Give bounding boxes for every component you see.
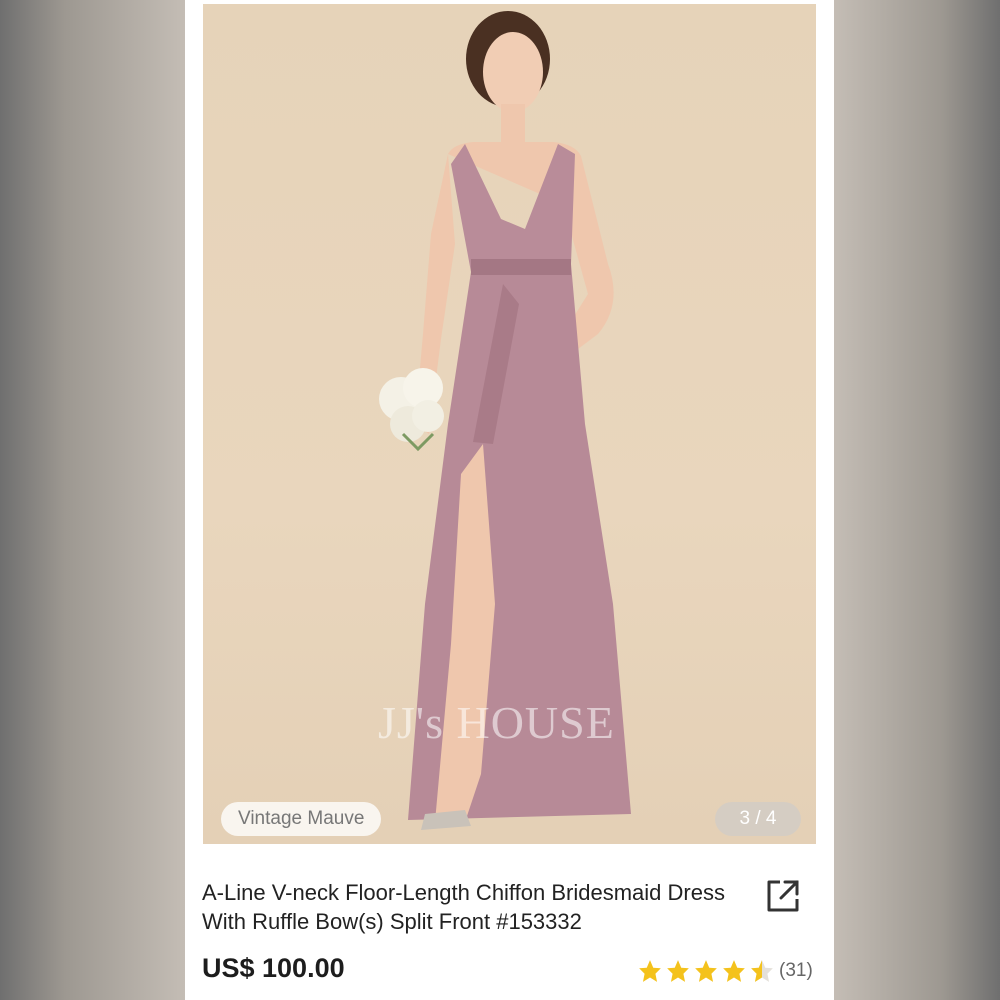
- star-icon: [723, 960, 745, 982]
- product-title[interactable]: A-Line V-neck Floor-Length Chiffon Bride…: [202, 878, 732, 936]
- brand-watermark: JJ's HOUSE: [378, 697, 615, 748]
- product-card[interactable]: JJ's HOUSE Vintage Mauve 3 / 4 A-Line V-…: [185, 0, 834, 1000]
- star-icon: [667, 960, 689, 982]
- blurred-background-right: [834, 0, 1000, 1000]
- star-rating: [637, 958, 777, 984]
- product-price: US$ 100.00: [202, 953, 345, 983]
- product-image[interactable]: JJ's HOUSE Vintage Mauve 3 / 4: [203, 4, 816, 844]
- share-icon[interactable]: [763, 876, 803, 916]
- star-icon: [639, 960, 661, 982]
- star-icon: [695, 960, 717, 982]
- review-count[interactable]: (31): [779, 960, 813, 982]
- color-label-chip[interactable]: Vintage Mauve: [221, 802, 382, 836]
- rating-summary[interactable]: (31): [637, 958, 813, 984]
- image-counter: 3 / 4: [715, 802, 801, 836]
- half-star-icon: [751, 960, 773, 982]
- blurred-background-left: [0, 0, 185, 1000]
